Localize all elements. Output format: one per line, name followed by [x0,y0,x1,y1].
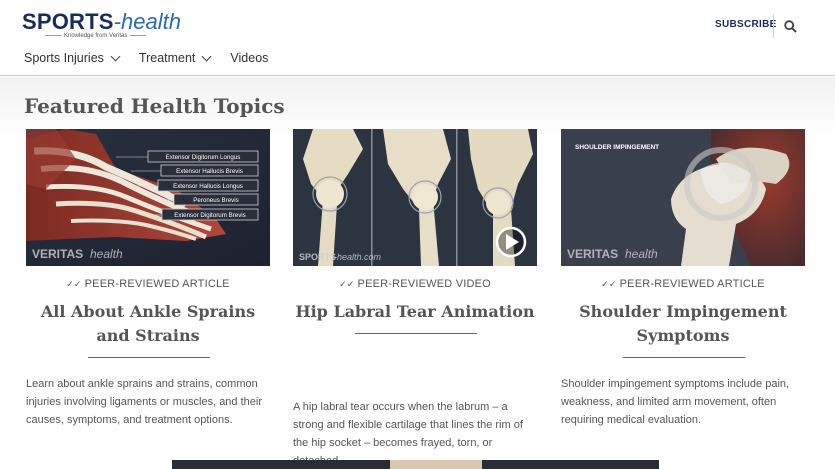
watermark-light: health [625,247,658,261]
card-title[interactable]: Hip Labral Tear Animation [293,300,537,324]
article-type-label: PEER-REVIEWED VIDEO [357,278,491,290]
article-type-badge: ✓✓ PEER-REVIEWED VIDEO [293,278,537,290]
nav-treatment[interactable]: Treatment [138,51,212,65]
title-underline [88,357,210,358]
nav-sports-injuries[interactable]: Sports Injuries [24,51,121,65]
image-label: Peroneus Brevis [193,197,238,204]
search-icon[interactable] [784,20,797,33]
article-type-label: PEER-REVIEWED ARTICLE [84,278,230,290]
shoulder-anatomy-image[interactable]: SHOULDER IMPINGEMENT VERITAS health [561,129,805,266]
logo-tagline: Knowledge from Veritas [42,33,149,39]
image-label: SHOULDER IMPINGEMENT [575,144,659,151]
logo-bold-text: SPORTS [22,9,114,34]
ankle-anatomy-image[interactable]: Extensor Digitorum Longus Extensor Hallu… [26,129,270,266]
hip-animation-video-thumbnail[interactable]: SPORTS -health.com [293,129,537,266]
article-type-label: PEER-REVIEWED ARTICLE [619,278,765,290]
double-check-icon: ✓✓ [601,279,617,289]
nav-videos[interactable]: Videos [230,51,268,65]
card-title[interactable]: All About Ankle Sprains and Strains [26,300,270,348]
nav-label: Sports Injuries [24,51,104,65]
subscribe-link[interactable]: SUBSCRIBE [715,19,777,30]
site-logo[interactable]: SPORTS-health Knowledge from Veritas [22,10,192,42]
nav-label: Treatment [138,51,196,65]
image-label: Extensor Hallucis Longus [173,183,243,190]
double-check-icon: ✓✓ [339,279,355,289]
main-nav: Sports Injuries Treatment Videos [24,51,288,65]
nav-label: Videos [230,51,269,65]
watermark-light: health [90,247,123,261]
chevron-down-icon [201,51,212,61]
image-label: Extensor Hallucis Brevis [176,168,243,175]
chevron-down-icon [110,51,121,61]
watermark-bold: VERITAS [567,247,618,261]
card-description: Shoulder impingement symptoms include pa… [561,378,790,426]
image-label: Extensor Digitorum Brevis [174,212,246,219]
article-type-badge: ✓✓ PEER-REVIEWED ARTICLE [26,278,270,290]
next-featured-image[interactable] [172,460,659,469]
watermark-bold: VERITAS [32,247,83,261]
article-type-badge: ✓✓ PEER-REVIEWED ARTICLE [561,278,805,290]
double-check-icon: ✓✓ [66,279,82,289]
featured-section: Featured Health Topics Extensor Digitoru… [0,77,835,469]
logo-light-text: -health [113,9,181,34]
card-description: Learn about ankle sprains and strains, c… [26,378,262,426]
card-description: A hip labral tear occurs when the labrum… [293,401,523,467]
watermark-bold: SPORTS [299,252,336,262]
site-header: SPORTS-health Knowledge from Veritas Spo… [0,0,835,76]
card-title[interactable]: Shoulder Impingement Symptoms [561,300,805,348]
image-label: Extensor Digitorum Longus [166,154,241,161]
title-underline [623,357,745,358]
title-underline [355,333,477,334]
section-title: Featured Health Topics [24,94,285,118]
header-divider [773,14,774,38]
next-image-figure [390,460,482,469]
play-icon[interactable] [495,226,527,258]
watermark-light: -health.com [334,252,382,262]
